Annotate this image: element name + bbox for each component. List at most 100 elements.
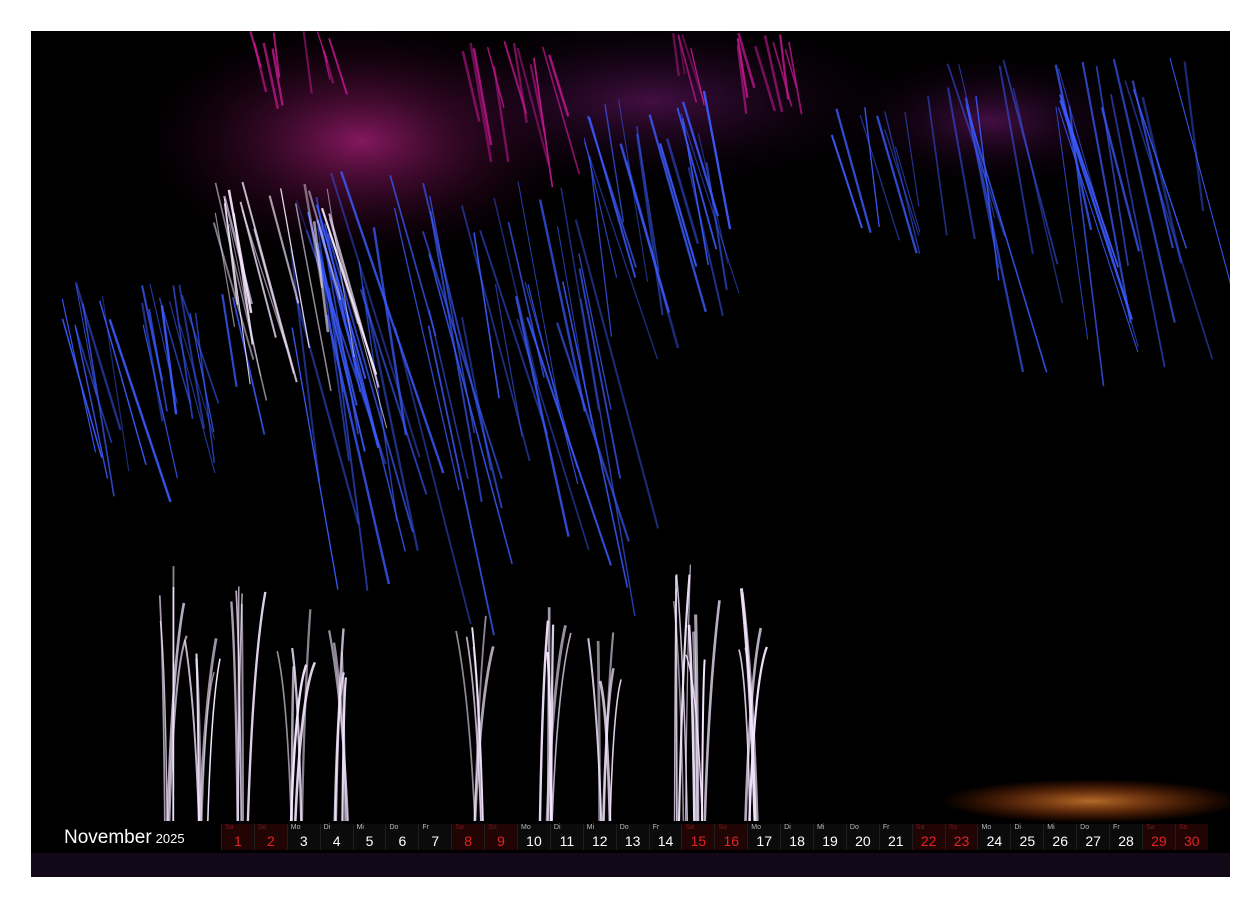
day-number: 19: [822, 833, 838, 849]
weekday-label: Mo: [751, 824, 761, 831]
firework-streak: [141, 302, 164, 422]
day-number: 2: [266, 833, 275, 849]
calendar-day: Mo 17: [747, 824, 781, 850]
day-number: 11: [559, 833, 575, 849]
calendar-day: Sa 1: [221, 824, 254, 850]
weekday-label: So: [488, 824, 497, 831]
firework-fountain-trail: [675, 575, 678, 822]
firework-fountain-trail: [703, 600, 721, 822]
weekday-label: Fr: [1113, 824, 1120, 831]
firework-streak: [1141, 96, 1183, 264]
day-number: 27: [1085, 833, 1101, 849]
firework-fountain-trail: [290, 666, 295, 822]
calendar-day: Di 4: [319, 824, 353, 850]
weekday-label: Di: [1014, 824, 1021, 831]
firework-streak: [580, 298, 636, 617]
firework-streak: [473, 232, 500, 399]
calendar-day: Sa 15: [681, 824, 715, 850]
weekday-label: Do: [389, 824, 399, 831]
calendar-day: So 2: [253, 824, 287, 850]
weekday-label: Di: [553, 824, 561, 831]
firework-streak: [562, 281, 629, 588]
month-name: November: [64, 827, 152, 848]
calendar-day: Sa 29: [1141, 824, 1175, 850]
calendar-day: Di 18: [780, 824, 814, 850]
firework-fountain-trail: [546, 607, 551, 822]
firework-fountains: [158, 564, 768, 822]
firework-streak: [142, 324, 178, 479]
weekday-label: So: [718, 824, 727, 831]
firework-fountain-trail: [240, 603, 245, 822]
year: 2025: [155, 831, 185, 846]
calendar-day: So 16: [714, 824, 748, 850]
calendar-day: Do 20: [845, 824, 879, 850]
day-number: 18: [789, 833, 805, 849]
weekday-label: Fr: [422, 824, 429, 831]
firework-streak: [526, 317, 612, 566]
shore-lights: [941, 779, 1230, 823]
calendar-day: So 30: [1174, 824, 1208, 850]
firework-streak: [74, 281, 122, 431]
calendar-day: Mi 26: [1043, 824, 1077, 850]
firework-fountain-trail: [551, 632, 572, 822]
calendar-day-strip: Sa 1 So 2 Mo 3 Di 4 Mi 5 Do 6 Fr 7 Sa 8 So 9 Mo 10 Di 11 Mi 12 D…: [221, 824, 1208, 850]
day-number: 21: [887, 833, 904, 849]
day-number: 26: [1052, 833, 1068, 849]
firework-fountain-trail: [455, 630, 476, 822]
day-number: 25: [1019, 833, 1036, 849]
weekday-label: Do: [619, 824, 629, 831]
weekday-label: Do: [849, 824, 859, 831]
firework-streak: [428, 253, 513, 565]
day-number: 20: [855, 833, 871, 849]
weekday-label: Mo: [290, 824, 301, 831]
firework-fountain-trail: [609, 679, 622, 822]
day-number: 13: [624, 833, 641, 849]
weekday-label: Mo: [981, 824, 992, 831]
day-number: 8: [464, 833, 473, 849]
day-number: 9: [497, 833, 505, 849]
calendar-day: Di 11: [549, 824, 583, 850]
weekday-label: Sa: [1145, 824, 1155, 831]
weekday-label: Sa: [455, 824, 464, 831]
calendar-day: Do 13: [615, 824, 649, 850]
firework-fountain-trail: [246, 591, 267, 822]
weekday-label: Mi: [586, 824, 595, 831]
day-number: 5: [365, 833, 374, 849]
firework-streak: [574, 219, 660, 529]
month-label: November 2025: [64, 827, 185, 849]
calendar-day: Mo 24: [977, 824, 1011, 850]
calendar-day: Sa 8: [451, 824, 485, 850]
calendar-day: Do 27: [1076, 824, 1110, 850]
day-number: 28: [1118, 833, 1134, 849]
calendar-day: Di 25: [1010, 824, 1044, 850]
firework-fountain-trail: [538, 620, 550, 822]
firework-streak: [221, 294, 238, 388]
day-number: 29: [1151, 833, 1167, 849]
calendar-day: So 9: [484, 824, 518, 850]
weekday-label: So: [948, 824, 958, 831]
weekday-label: Di: [323, 824, 331, 831]
weekday-label: Mo: [521, 824, 531, 831]
calendar-day: Mi 5: [352, 824, 386, 850]
day-number: 1: [234, 833, 242, 849]
day-number: 24: [986, 833, 1003, 849]
firework-fountain-trail: [230, 601, 239, 822]
day-number: 3: [299, 833, 308, 849]
fireworks-photo: November 2025 Sa 1 So 2 Mo 3 Di 4 Mi 5 Do 6 Fr 7 Sa 8 So 9…: [31, 31, 1230, 877]
day-number: 16: [723, 833, 740, 849]
weekday-label: Fr: [652, 824, 660, 831]
firework-streak: [507, 222, 545, 378]
day-number: 6: [398, 833, 407, 849]
calendar-day: Fr 28: [1109, 824, 1142, 850]
calendar-day: So 23: [944, 824, 978, 850]
firework-fountain-trail: [276, 651, 293, 822]
fireworks-illustration: [31, 31, 1230, 877]
day-number: 10: [526, 833, 542, 849]
calendar-day: Mo 10: [517, 824, 550, 850]
day-number: 23: [953, 833, 970, 849]
calendar-day: Fr 7: [418, 824, 452, 850]
firework-streak: [158, 297, 192, 405]
weekday-label: Mi: [817, 824, 825, 831]
weekday-label: Mi: [356, 824, 364, 831]
firework-fountain-trail: [596, 640, 602, 822]
